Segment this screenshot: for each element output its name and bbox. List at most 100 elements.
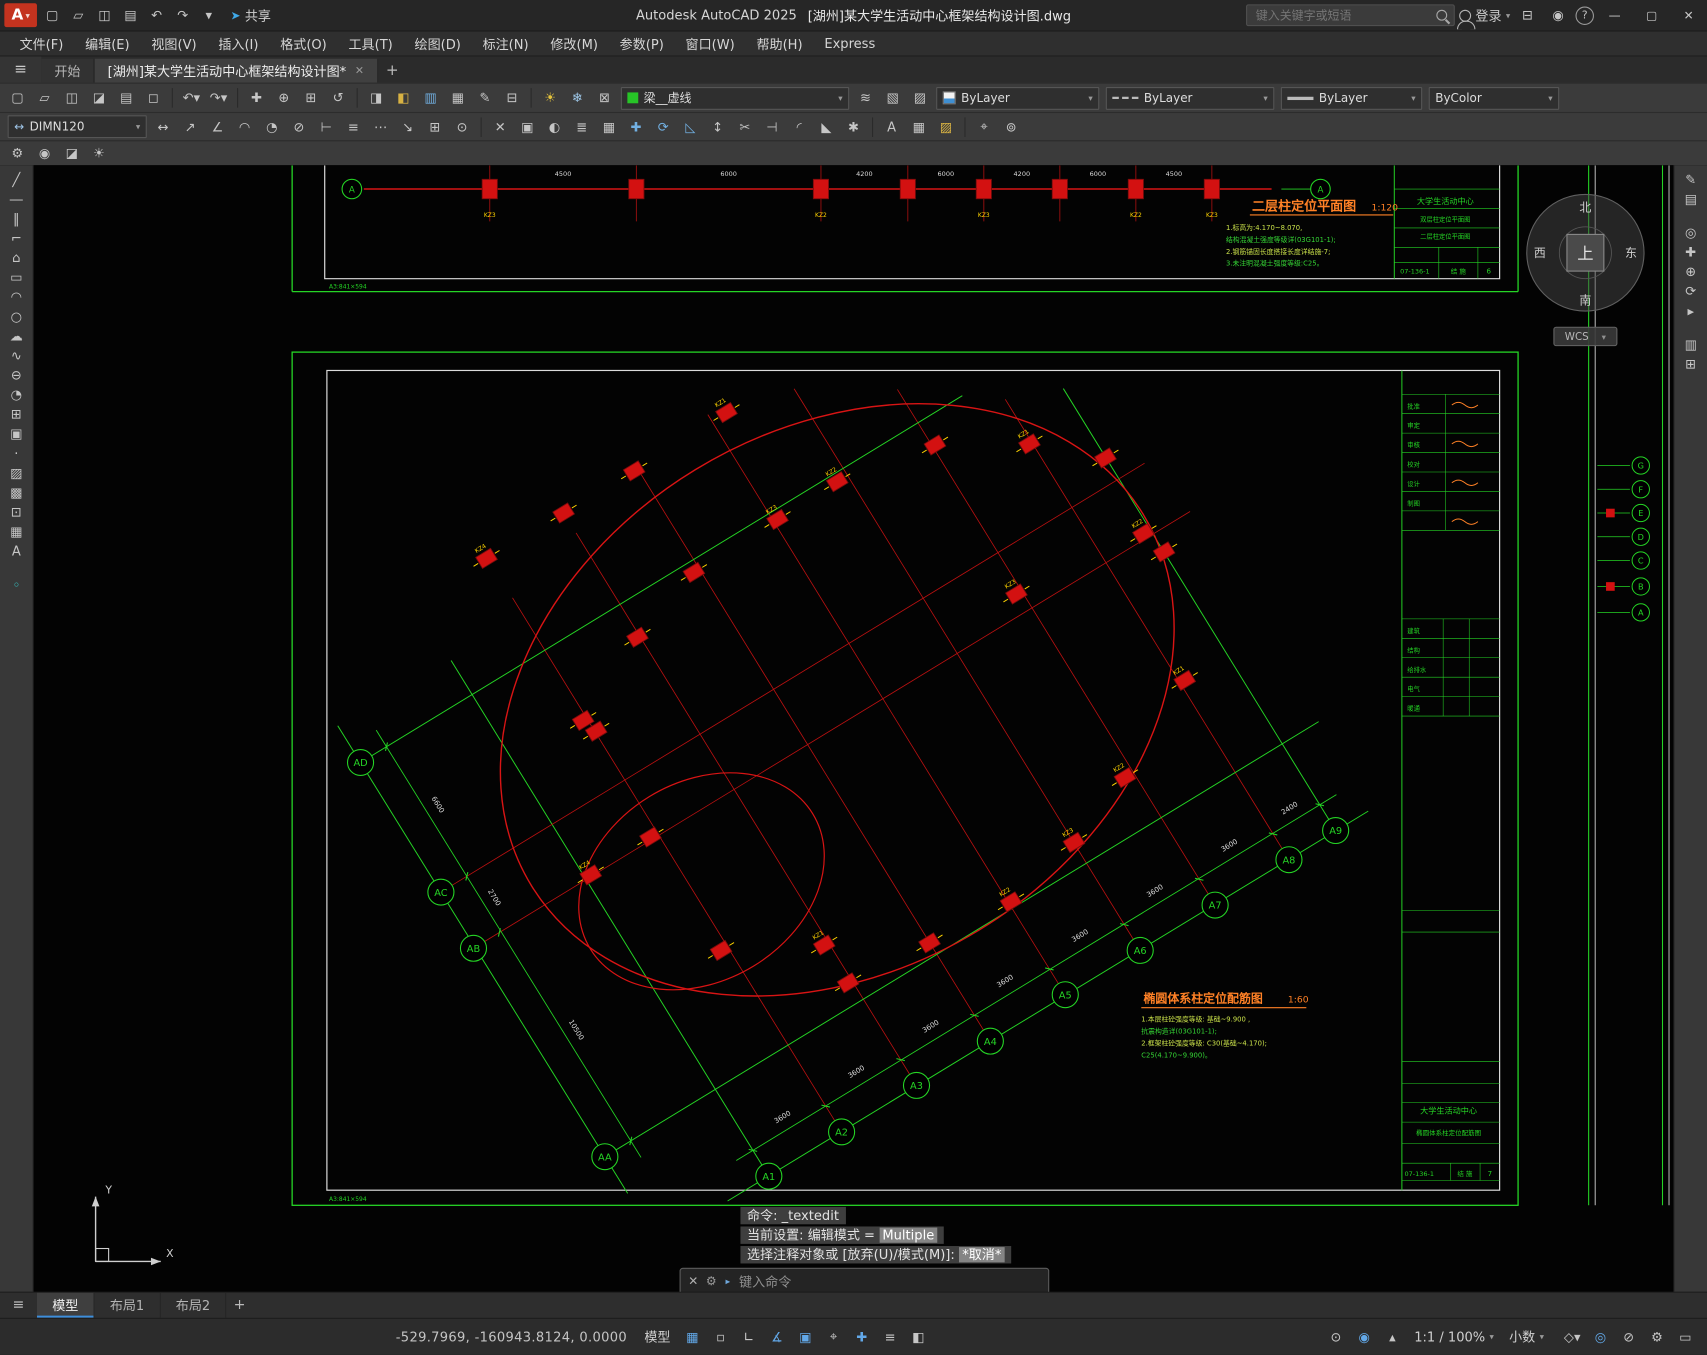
minimize-button[interactable]: —: [1598, 0, 1631, 30]
column-symbol[interactable]: KZ4: [570, 854, 607, 888]
grid-icon[interactable]: ▦: [679, 1326, 705, 1348]
help-icon[interactable]: ?: [1575, 6, 1593, 24]
dim-diameter-icon[interactable]: ⊘: [286, 116, 312, 138]
tab-drawing[interactable]: [湖州]某大学生活动中心框架结构设计图*✕: [95, 59, 379, 83]
menu-modify[interactable]: 修改(M): [540, 32, 609, 56]
linetype-select[interactable]: ByLayer▾: [1106, 86, 1275, 109]
annotation-visibility-icon[interactable]: ◉: [1351, 1326, 1377, 1348]
multileader-icon[interactable]: ↘: [395, 116, 421, 138]
viewport-scale-button[interactable]: 1:1 / 100%▾: [1408, 1329, 1501, 1344]
point-style-icon[interactable]: ◦: [3, 575, 29, 593]
column-symbol[interactable]: KZ4: [466, 538, 503, 572]
revcloud-tool-icon[interactable]: ☁: [3, 326, 29, 344]
menu-window[interactable]: 窗口(W): [675, 32, 746, 56]
search-box[interactable]: [1246, 4, 1455, 26]
saveas-icon[interactable]: ◪: [86, 87, 112, 109]
isodraft-icon[interactable]: ◇▾: [1559, 1326, 1585, 1348]
dim-arc-icon[interactable]: ◠: [232, 116, 258, 138]
lineweight-select[interactable]: ByLayer▾: [1281, 86, 1422, 109]
tab-start[interactable]: 开始: [41, 59, 94, 83]
gradient-tool-icon[interactable]: ▩: [3, 483, 29, 501]
save-icon[interactable]: ◫: [91, 4, 117, 26]
login-button[interactable]: 登录▾: [1459, 6, 1510, 24]
hatch-icon[interactable]: ▨: [933, 116, 959, 138]
undo-icon[interactable]: ↶: [144, 4, 170, 26]
showmotion-icon[interactable]: ▸: [1678, 301, 1704, 319]
plot-icon[interactable]: ▤: [113, 87, 139, 109]
chamfer-icon[interactable]: ◣: [813, 116, 839, 138]
quickcalc-icon[interactable]: ⊟: [499, 87, 525, 109]
new-icon[interactable]: ▢: [4, 87, 30, 109]
column-symbol[interactable]: KZ1: [1009, 423, 1046, 457]
tab-close-icon[interactable]: ✕: [355, 65, 364, 77]
redo-icon[interactable]: ↷▾: [205, 87, 231, 109]
blocks-panel-icon[interactable]: ⊞: [1678, 354, 1704, 372]
column-symbol[interactable]: KZ3: [757, 499, 794, 533]
polyline-tool-icon[interactable]: ⌐: [3, 228, 29, 246]
rotate-icon[interactable]: ⟳: [650, 116, 676, 138]
column-symbol[interactable]: [678, 559, 711, 586]
dim-angular-icon[interactable]: ∠: [204, 116, 230, 138]
isolate-objects-icon[interactable]: ⊘: [1616, 1326, 1642, 1348]
zoom-window-icon[interactable]: ⊞: [298, 87, 324, 109]
dyn-input-icon[interactable]: ✚: [849, 1326, 875, 1348]
match-properties-icon[interactable]: ≋: [852, 87, 878, 109]
column-symbol[interactable]: [1052, 179, 1067, 198]
nav-wheel-icon[interactable]: ◎: [1678, 223, 1704, 241]
ortho-icon[interactable]: ∟: [736, 1326, 762, 1348]
tab-model[interactable]: 模型: [37, 1293, 95, 1318]
dim-baseline-icon[interactable]: ≡: [340, 116, 366, 138]
scale-icon[interactable]: ◺: [677, 116, 703, 138]
tab-overview-icon[interactable]: ≡: [0, 57, 41, 83]
osnap-settings-icon[interactable]: ⊚: [998, 116, 1024, 138]
pan-hand-icon[interactable]: ✚: [1678, 242, 1704, 260]
settings-gear-icon[interactable]: ⚙: [1644, 1326, 1670, 1348]
close-button[interactable]: ✕: [1672, 0, 1705, 30]
tab-layout1[interactable]: 布局1: [95, 1293, 161, 1318]
new-file-icon[interactable]: ▢: [39, 4, 65, 26]
sun-status-icon[interactable]: ☀: [86, 142, 112, 164]
save-icon[interactable]: ◫: [59, 87, 85, 109]
layer-on-icon[interactable]: ☀: [537, 87, 563, 109]
menu-insert[interactable]: 插入(I): [207, 32, 269, 56]
dim-ordinate-icon[interactable]: ⊢: [313, 116, 339, 138]
layers-panel-icon[interactable]: ▤: [1678, 189, 1704, 207]
menu-dimension[interactable]: 标注(N): [472, 32, 540, 56]
layer-states-icon[interactable]: ▧: [880, 87, 906, 109]
explode-icon[interactable]: ✱: [840, 116, 866, 138]
clean-screen-icon[interactable]: ▭: [1672, 1326, 1698, 1348]
menu-format[interactable]: 格式(O): [269, 32, 337, 56]
search-input[interactable]: [1254, 7, 1432, 23]
column-symbol[interactable]: [1128, 179, 1143, 198]
centermark-icon[interactable]: ⊙: [449, 116, 475, 138]
spline-tool-icon[interactable]: ∿: [3, 346, 29, 364]
properties-icon[interactable]: ◨: [363, 87, 389, 109]
column-symbol[interactable]: [1089, 445, 1122, 472]
otrack-icon[interactable]: ⌖: [821, 1326, 847, 1348]
tolerance-icon[interactable]: ⊞: [422, 116, 448, 138]
column-symbol[interactable]: KZ2: [1123, 513, 1160, 547]
units-select[interactable]: 小数▾: [1503, 1328, 1551, 1346]
column-symbol[interactable]: [629, 179, 644, 198]
dimstyle-select[interactable]: ↔DIMN120▾: [8, 115, 147, 138]
zoom-nav-icon[interactable]: ⊕: [1678, 262, 1704, 280]
menu-express[interactable]: Express: [813, 32, 886, 56]
command-customize-icon[interactable]: ⚙: [706, 1274, 717, 1288]
menu-parametric[interactable]: 参数(P): [609, 32, 675, 56]
layout-menu-icon[interactable]: ≡: [0, 1293, 37, 1318]
column-symbol[interactable]: [618, 457, 651, 484]
open-file-icon[interactable]: ▱: [65, 4, 91, 26]
column-symbol[interactable]: [482, 179, 497, 198]
ellipse-tool-icon[interactable]: ⊖: [3, 365, 29, 383]
undo-icon[interactable]: ↶▾: [178, 87, 204, 109]
mirror-icon[interactable]: ◐: [541, 116, 567, 138]
measure-icon[interactable]: ⌖: [971, 116, 997, 138]
column-symbol[interactable]: KZ2: [1104, 757, 1141, 791]
plot-preview-icon[interactable]: ◻: [140, 87, 166, 109]
menu-help[interactable]: 帮助(H): [746, 32, 814, 56]
transparency-icon[interactable]: ◧: [905, 1326, 931, 1348]
maximize-button[interactable]: ▢: [1635, 0, 1668, 30]
column-symbol[interactable]: [976, 179, 991, 198]
dim-radius-icon[interactable]: ◔: [259, 116, 285, 138]
column-symbol[interactable]: KZ2: [817, 461, 854, 495]
